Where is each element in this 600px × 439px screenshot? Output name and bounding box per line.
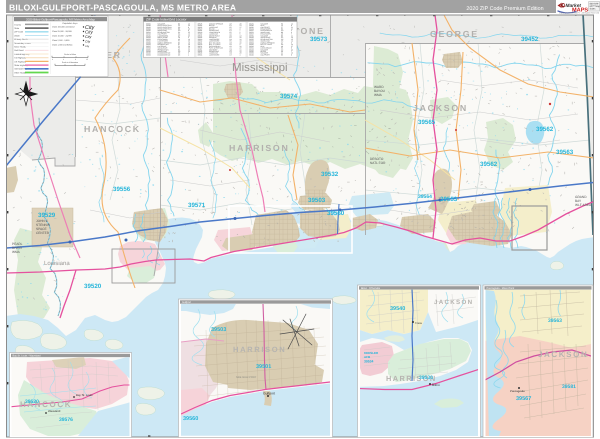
svg-text:800-929-: 800-929- <box>590 2 599 5</box>
svg-text:Class 10,000 - 24,999: Class 10,000 - 24,999 <box>52 35 72 38</box>
svg-text:C7: C7 <box>230 53 232 56</box>
svg-text:Biloxi: Biloxi <box>432 383 440 387</box>
svg-text:LAKESHORE: LAKESHORE <box>209 53 220 56</box>
svg-text:Scale in Miles: Scale in Miles <box>64 53 76 56</box>
svg-text:39553: 39553 <box>440 196 458 203</box>
svg-text:Class 1,000 and Below: Class 1,000 and Below <box>52 44 73 47</box>
svg-text:City: City <box>85 29 93 34</box>
svg-text:Water: Water <box>14 34 20 37</box>
svg-text:Trace: Trace <box>415 321 422 325</box>
svg-text:Louisiana: Louisiana <box>44 260 70 267</box>
svg-text:City: City <box>85 39 91 43</box>
svg-text:39534: 39534 <box>364 360 374 364</box>
svg-text:6277 Map: 6277 Map <box>590 5 600 8</box>
svg-text:39520: 39520 <box>84 283 102 290</box>
svg-text:Rail Road: Rail Road <box>14 49 24 52</box>
svg-text:39564: 39564 <box>418 194 432 200</box>
svg-text:NDE GULFPORT: NDE GULFPORT <box>236 376 257 379</box>
svg-text:2020 Biloxi-Gulfport-Pascagoul: 2020 Biloxi-Gulfport-Pascagoula, MS Metr… <box>26 17 95 21</box>
svg-text:Class 25,000 - 99,999: Class 25,000 - 99,999 <box>52 30 72 33</box>
svg-text:HANCOCK: HANCOCK <box>84 124 141 134</box>
svg-text:39574: 39574 <box>280 93 298 100</box>
svg-text:39529: 39529 <box>38 212 56 219</box>
svg-text:0: 0 <box>52 58 53 61</box>
svg-text:GULFPORT: GULFPORT <box>261 53 270 56</box>
svg-text:39532: 39532 <box>321 171 339 178</box>
svg-text:Gulfport: Gulfport <box>182 301 191 304</box>
svg-text:39540: 39540 <box>390 306 405 312</box>
svg-text:HARRISON: HARRISON <box>229 143 290 153</box>
svg-text:Pascagoula - Moss Point: Pascagoula - Moss Point <box>487 287 515 290</box>
svg-text:Bay St. Louis: Bay St. Louis <box>76 393 93 397</box>
svg-text:DIAMONDHEAD: DIAMONDHEAD <box>158 53 171 56</box>
svg-text:Other Roads: Other Roads <box>14 71 26 74</box>
svg-text:39562: 39562 <box>536 126 554 133</box>
svg-text:GEORGE: GEORGE <box>430 29 479 39</box>
svg-text:39503: 39503 <box>308 197 326 204</box>
svg-text:39452: 39452 <box>521 36 539 43</box>
svg-text:4: 4 <box>63 58 64 61</box>
svg-text:39520: 39520 <box>25 399 39 405</box>
svg-text:39530: 39530 <box>419 375 433 381</box>
svg-text:8: 8 <box>75 58 76 61</box>
svg-text:Sales: Sales <box>590 8 597 11</box>
svg-text:WMA: WMA <box>374 93 383 97</box>
svg-text:39563: 39563 <box>556 149 574 156</box>
svg-text:39576: 39576 <box>59 417 73 423</box>
svg-text:Class 2,500 - 9,999: Class 2,500 - 9,999 <box>52 39 70 42</box>
svg-text:NATL FOR: NATL FOR <box>370 161 386 165</box>
svg-text:County: County <box>14 23 22 26</box>
svg-text:HARRISON: HARRISON <box>233 345 286 354</box>
svg-text:2020 ZIP Code Premium Edition: 2020 ZIP Code Premium Edition <box>466 6 543 12</box>
svg-text:WLF AREA: WLF AREA <box>575 203 592 207</box>
svg-text:39567: 39567 <box>516 396 531 402</box>
svg-text:Class 100,000 and Above: Class 100,000 and Above <box>52 26 76 29</box>
svg-text:JACKSON: JACKSON <box>413 103 468 113</box>
svg-text:JACKSON: JACKSON <box>538 350 588 359</box>
svg-text:ZIP Code Index/Grid Locator: ZIP Code Index/Grid Locator <box>146 18 187 22</box>
svg-text:State: State <box>14 27 20 30</box>
svg-text:39565: 39565 <box>418 119 436 126</box>
svg-text:39563: 39563 <box>548 318 562 324</box>
svg-text:1: 1 <box>188 53 189 56</box>
svg-text:Scale in Kilometers: Scale in Kilometers <box>62 61 78 64</box>
svg-text:39466: 39466 <box>249 53 254 56</box>
svg-text:D3: D3 <box>178 53 180 56</box>
svg-text:4: 4 <box>240 53 241 56</box>
svg-text:JACKSON: JACKSON <box>434 299 473 306</box>
svg-text:39560: 39560 <box>327 210 345 217</box>
svg-text:39501: 39501 <box>256 364 271 370</box>
svg-text:39560: 39560 <box>183 416 198 422</box>
svg-text:BILOXI-GULFPORT-PASCAGOULA, MS: BILOXI-GULFPORT-PASCAGOULA, MS METRO ARE… <box>9 2 236 12</box>
svg-text:Minor Roads: Minor Roads <box>14 46 26 49</box>
svg-text:E5: E5 <box>281 53 283 56</box>
svg-text:39566: 39566 <box>198 53 203 56</box>
svg-text:39571: 39571 <box>188 202 206 209</box>
svg-text:Mississippi: Mississippi <box>232 62 288 74</box>
svg-text:8: 8 <box>291 53 292 56</box>
svg-text:Copyright MarketMAPS - All Rig: Copyright MarketMAPS - All Rights Reserv… <box>559 12 599 15</box>
svg-text:39573: 39573 <box>310 36 328 43</box>
svg-text:CENTER: CENTER <box>36 231 50 235</box>
svg-text:Gulfport: Gulfport <box>263 392 275 396</box>
svg-text:Population Keys: Population Keys <box>62 22 77 25</box>
svg-text:39562: 39562 <box>480 161 498 168</box>
svg-text:12: 12 <box>86 58 88 61</box>
svg-text:Biloxi - D'Iberville: Biloxi - D'Iberville <box>361 287 381 290</box>
svg-text:ZIP Code: ZIP Code <box>14 31 24 34</box>
svg-text:39532: 39532 <box>146 53 151 56</box>
svg-text:US Highway: US Highway <box>14 60 26 63</box>
svg-text:WMA: WMA <box>12 250 21 254</box>
svg-text:39503: 39503 <box>211 327 226 333</box>
svg-text:AFB: AFB <box>364 355 371 359</box>
svg-text:Waveland: Waveland <box>48 409 61 413</box>
svg-text:39581: 39581 <box>562 384 576 390</box>
svg-text:Pascagoula: Pascagoula <box>510 389 525 393</box>
svg-text:39556: 39556 <box>113 186 131 193</box>
